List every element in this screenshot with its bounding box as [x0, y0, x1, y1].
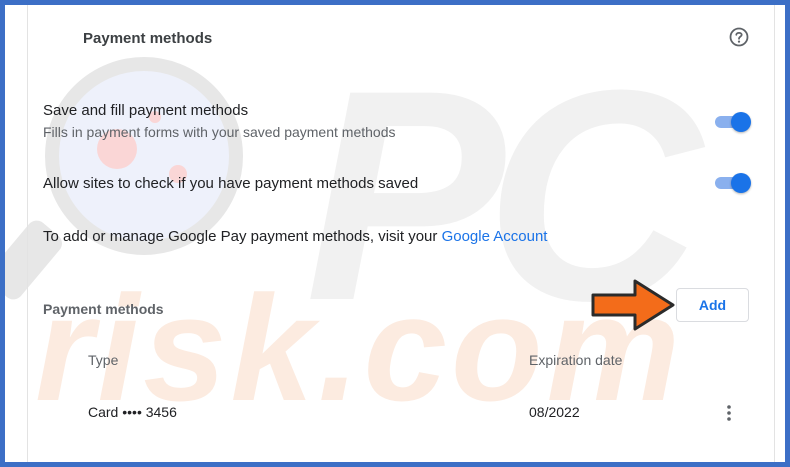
google-pay-message: To add or manage Google Pay payment meth…	[43, 228, 442, 245]
save-fill-subtitle: Fills in payment forms with your saved p…	[43, 124, 396, 140]
save-fill-title: Save and fill payment methods	[43, 102, 249, 119]
arrow-pointer-icon	[589, 277, 679, 333]
google-account-link[interactable]: Google Account	[442, 228, 548, 245]
table-row: Card •••• 3456 08/2022	[5, 395, 785, 429]
payment-settings-content: Payment methods Save and fill payment me…	[5, 5, 785, 462]
more-vert-icon[interactable]	[723, 403, 735, 423]
add-payment-button[interactable]: Add	[676, 288, 749, 322]
payment-methods-label: Payment methods	[43, 301, 164, 317]
expiration-cell: 08/2022	[529, 404, 580, 420]
card-type-cell: Card •••• 3456	[88, 404, 177, 420]
column-header-type: Type	[88, 352, 119, 368]
allow-check-toggle[interactable]	[715, 173, 751, 193]
allow-check-title: Allow sites to check if you have payment…	[43, 175, 419, 192]
column-header-expiration: Expiration date	[529, 352, 623, 368]
settings-frame: PC risk.com Payment methods Save and fil…	[5, 5, 785, 462]
save-fill-toggle[interactable]	[715, 112, 751, 132]
google-pay-text: To add or manage Google Pay payment meth…	[43, 228, 547, 245]
page-title: Payment methods	[83, 30, 213, 47]
help-circle-icon[interactable]	[729, 27, 749, 47]
